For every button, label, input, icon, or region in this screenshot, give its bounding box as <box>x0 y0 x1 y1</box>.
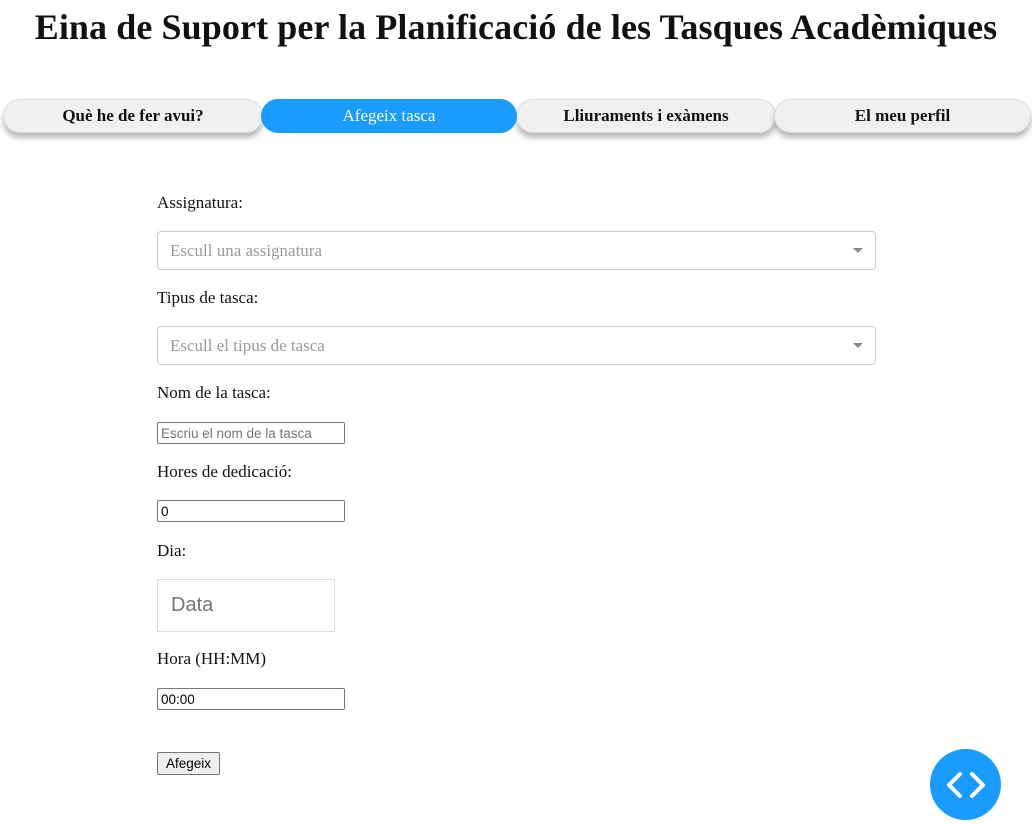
hours-label: Hores de dedicació: <box>157 462 292 481</box>
code-icon <box>946 771 985 798</box>
chevron-down-icon <box>853 343 863 348</box>
page: Eina de Suport per la Planificació de le… <box>0 0 1032 824</box>
task-type-placeholder: Escull el tipus de tasca <box>170 336 325 355</box>
date-placeholder: Data <box>171 594 214 616</box>
tab-bar: Què he de fer avui? Lliuraments i exàmen… <box>3 99 1031 135</box>
tab-add-task[interactable]: Afegeix tasca <box>261 99 517 133</box>
code-toggle-button[interactable] <box>930 749 1001 820</box>
date-picker-input[interactable]: Data <box>157 579 335 632</box>
task-type-select[interactable]: Escull el tipus de tasca <box>157 326 876 365</box>
tab-profile[interactable]: El meu perfil <box>774 99 1031 133</box>
hours-input[interactable] <box>157 500 345 522</box>
subject-placeholder: Escull una assignatura <box>170 241 323 260</box>
time-label: Hora (HH:MM) <box>157 649 267 668</box>
page-title: Eina de Suport per la Planificació de le… <box>34 7 998 47</box>
task-type-label: Tipus de tasca: <box>157 288 259 307</box>
time-input[interactable] <box>157 688 345 710</box>
day-label: Dia: <box>157 541 187 560</box>
add-task-button[interactable]: Afegeix <box>157 752 221 775</box>
subject-label: Assignatura: <box>157 193 243 212</box>
tab-deliveries-exams[interactable]: Lliuraments i exàmens <box>516 99 776 133</box>
task-name-input[interactable] <box>157 422 345 444</box>
tab-today[interactable]: Què he de fer avui? <box>3 99 263 133</box>
task-name-label: Nom de la tasca: <box>157 383 271 402</box>
chevron-down-icon <box>853 248 863 253</box>
subject-select[interactable]: Escull una assignatura <box>157 231 876 270</box>
